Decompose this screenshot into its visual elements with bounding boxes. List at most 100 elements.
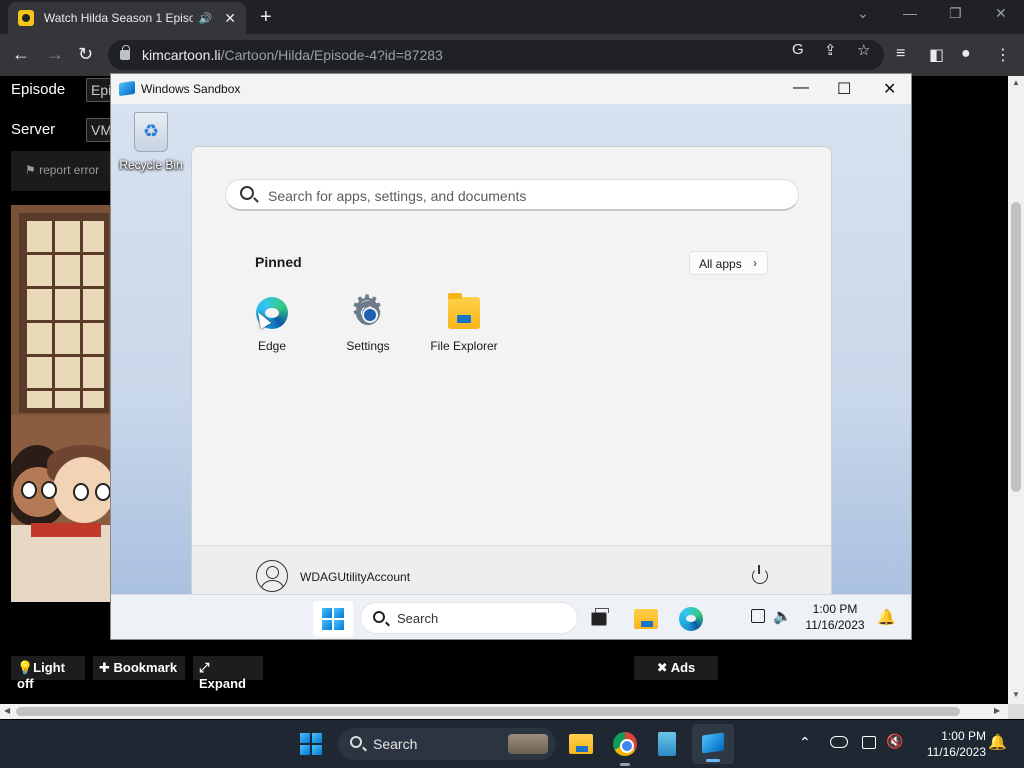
episode-label: Episode bbox=[11, 81, 66, 98]
start-search-input[interactable]: Search for apps, settings, and documents bbox=[225, 179, 799, 211]
address-bar[interactable]: kimcartoon.li /Cartoon/Hilda/Episode-4?i… bbox=[108, 40, 884, 70]
active-indicator bbox=[706, 759, 720, 762]
power-icon[interactable] bbox=[752, 565, 768, 584]
report-error-link[interactable]: ⚑ report error bbox=[25, 163, 99, 177]
host-taskbar: Search ⌃ 🔇 1:00 PM 11/16/2023 🔔 bbox=[0, 720, 1024, 768]
network-icon[interactable] bbox=[751, 609, 765, 623]
video-player[interactable] bbox=[11, 205, 121, 602]
host-clock[interactable]: 1:00 PM 11/16/2023 bbox=[912, 728, 986, 760]
pinned-heading: Pinned bbox=[255, 254, 302, 270]
windows-logo-icon bbox=[300, 733, 322, 755]
edge-icon[interactable] bbox=[679, 607, 703, 631]
chrome-icon[interactable] bbox=[613, 732, 637, 756]
reload-icon[interactable]: ↻ bbox=[78, 44, 93, 65]
scroll-corner bbox=[1008, 704, 1024, 719]
horizontal-scrollbar[interactable]: ◀ ▶ bbox=[0, 704, 1008, 719]
pinned-app-settings[interactable]: Settings bbox=[320, 291, 416, 353]
notification-bell-icon[interactable]: 🔔 bbox=[988, 733, 1007, 751]
sandbox-maximize-icon[interactable]: ☐ bbox=[837, 79, 851, 99]
file-explorer-icon bbox=[448, 293, 480, 329]
notification-bell-icon[interactable]: 🔔 bbox=[877, 608, 896, 626]
volume-muted-icon[interactable]: 🔇 bbox=[886, 733, 903, 750]
host-taskbar-search[interactable]: Search bbox=[338, 728, 556, 760]
profile-icon[interactable]: ● bbox=[961, 45, 971, 63]
task-view-icon[interactable] bbox=[591, 608, 609, 626]
menu-kebab-icon[interactable]: ⋮ bbox=[995, 45, 1011, 65]
user-avatar-icon[interactable] bbox=[256, 560, 288, 592]
host-time: 1:00 PM bbox=[941, 729, 986, 743]
sandbox-clock[interactable]: 1:00 PM 11/16/2023 bbox=[799, 601, 871, 633]
scroll-right-arrow-icon[interactable]: ▶ bbox=[994, 706, 1000, 715]
scroll-left-arrow-icon[interactable]: ◀ bbox=[4, 706, 10, 715]
onedrive-icon[interactable] bbox=[830, 736, 848, 748]
recycle-bin-label: Recycle Bin bbox=[119, 158, 183, 172]
file-explorer-icon[interactable] bbox=[569, 734, 593, 754]
google-lens-icon[interactable]: G bbox=[792, 41, 804, 58]
pinned-app-file-explorer[interactable]: File Explorer bbox=[416, 293, 512, 353]
search-icon bbox=[240, 186, 254, 200]
pinned-app-label: Settings bbox=[346, 339, 390, 353]
side-panel-icon[interactable]: ◧ bbox=[929, 45, 944, 65]
forward-arrow-icon[interactable]: → bbox=[46, 44, 64, 65]
browser-tab[interactable]: Watch Hilda Season 1 Episode 🔊 ✕ bbox=[8, 2, 246, 34]
hide-ads-button[interactable]: ✖ Ads bbox=[634, 656, 718, 680]
sandbox-titlebar[interactable]: Windows Sandbox — ☐ ✕ bbox=[111, 74, 911, 104]
url-path: /Cartoon/Hilda/Episode-4?id=87283 bbox=[220, 47, 443, 63]
back-arrow-icon[interactable]: ← bbox=[12, 44, 30, 65]
bookmark-star-icon[interactable]: ☆ bbox=[857, 41, 870, 59]
share-icon[interactable]: ⇪ bbox=[824, 41, 837, 59]
light-off-button[interactable]: 💡Light off bbox=[11, 656, 85, 691]
sandbox-title: Windows Sandbox bbox=[141, 82, 241, 96]
lock-icon[interactable] bbox=[120, 45, 130, 60]
close-window-icon[interactable]: ✕ bbox=[995, 5, 1007, 22]
start-menu: Search for apps, settings, and documents… bbox=[191, 146, 832, 610]
file-explorer-icon[interactable] bbox=[634, 609, 658, 629]
volume-icon[interactable]: 🔈 bbox=[773, 607, 792, 625]
sandbox-search-label: Search bbox=[397, 611, 439, 626]
cartoon-eye bbox=[21, 481, 37, 499]
host-sandbox-taskbar-button[interactable] bbox=[692, 724, 734, 764]
sandbox-minimize-icon[interactable]: — bbox=[793, 79, 809, 97]
media-controls-icon[interactable]: ≡ bbox=[896, 45, 905, 63]
horizontal-scroll-thumb[interactable] bbox=[16, 707, 960, 716]
minimize-icon[interactable]: — bbox=[903, 5, 917, 21]
vertical-scrollbar[interactable]: ▲ ▼ bbox=[1008, 76, 1024, 704]
site-favicon-icon bbox=[18, 10, 34, 26]
pinned-app-label: File Explorer bbox=[430, 339, 498, 353]
bookmark-button[interactable]: ✚ Bookmark bbox=[93, 656, 185, 680]
sandbox-taskbar: Search 🔈 1:00 PM 11/16/2023 🔔 bbox=[111, 594, 911, 639]
tab-search-chevron-icon[interactable]: ⌄ bbox=[857, 5, 869, 22]
sandbox-time: 1:00 PM bbox=[812, 602, 858, 616]
search-highlight-image bbox=[508, 734, 548, 754]
scroll-up-arrow-icon[interactable]: ▲ bbox=[1012, 78, 1020, 87]
new-tab-icon[interactable]: + bbox=[260, 6, 272, 29]
network-icon[interactable] bbox=[862, 736, 876, 749]
scroll-down-arrow-icon[interactable]: ▼ bbox=[1012, 690, 1020, 699]
windows-logo-icon bbox=[322, 608, 344, 630]
all-apps-button[interactable]: All apps › bbox=[689, 251, 768, 275]
sandbox-close-icon[interactable]: ✕ bbox=[883, 79, 896, 99]
cartoon-eye bbox=[95, 483, 111, 501]
account-name[interactable]: WDAGUtilityAccount bbox=[300, 570, 410, 584]
sandbox-desktop: Recycle Bin Search for apps, settings, a… bbox=[111, 104, 911, 619]
vertical-scroll-thumb[interactable] bbox=[1011, 202, 1021, 492]
start-search-placeholder: Search for apps, settings, and documents bbox=[268, 188, 527, 204]
cartoon-character-scarf bbox=[31, 523, 101, 537]
sandbox-taskbar-search[interactable]: Search bbox=[360, 602, 578, 634]
running-indicator bbox=[620, 763, 630, 766]
browser-titlebar: Watch Hilda Season 1 Episode 🔊 ✕ + ⌄ — ❐… bbox=[0, 0, 1024, 34]
chevron-right-icon: › bbox=[753, 256, 757, 270]
recycle-bin-icon bbox=[134, 112, 168, 152]
search-icon bbox=[350, 736, 362, 748]
sandbox-start-button[interactable] bbox=[313, 601, 353, 637]
sandbox-window[interactable]: Windows Sandbox — ☐ ✕ Recycle Bin Search… bbox=[110, 73, 912, 640]
notepad-icon[interactable] bbox=[658, 732, 676, 756]
tab-close-icon[interactable]: ✕ bbox=[224, 10, 236, 27]
pinned-app-edge[interactable]: Edge bbox=[224, 297, 320, 353]
recycle-bin-shortcut[interactable]: Recycle Bin bbox=[117, 112, 185, 172]
tab-audio-icon[interactable]: 🔊 bbox=[199, 12, 213, 25]
cartoon-eye bbox=[73, 483, 89, 501]
show-hidden-icons-chevron-icon[interactable]: ⌃ bbox=[799, 734, 811, 751]
restore-icon[interactable]: ❐ bbox=[949, 5, 962, 22]
expand-button[interactable]: ⤢ Expand bbox=[193, 656, 263, 691]
